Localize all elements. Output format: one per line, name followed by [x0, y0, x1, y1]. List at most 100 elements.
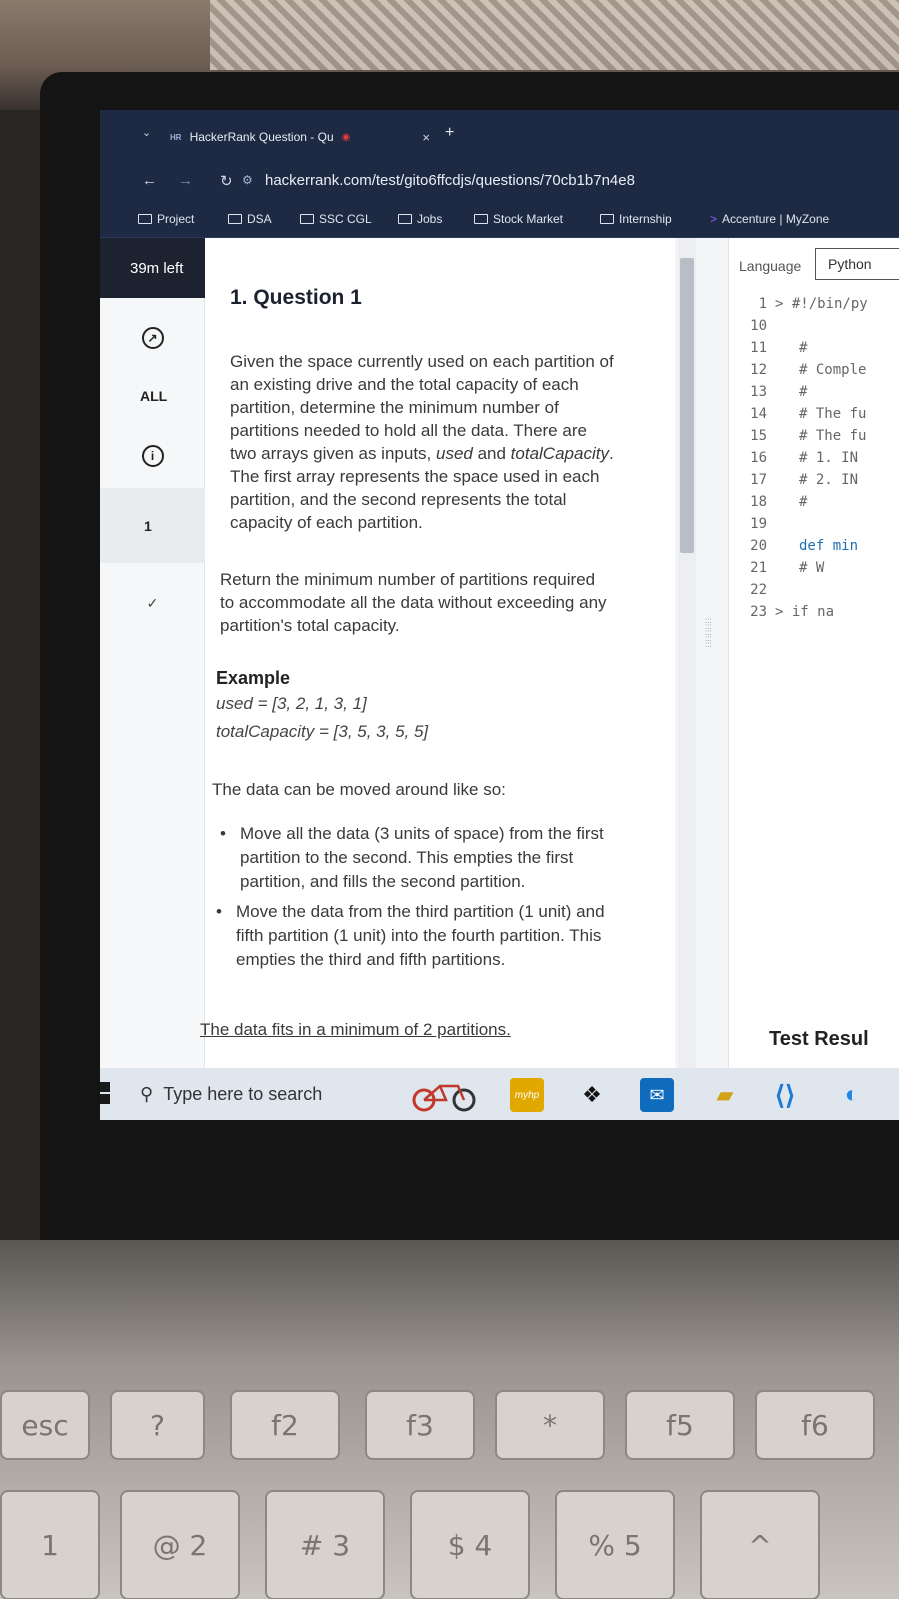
- bullet-2: Move the data from the third partition (…: [216, 900, 605, 972]
- moved-intro: The data can be moved around like so:: [212, 780, 506, 799]
- bullet-1: Move all the data (3 units of space) fro…: [220, 822, 604, 894]
- windows-start-icon[interactable]: [100, 1082, 110, 1104]
- check-icon: ✓: [146, 594, 159, 611]
- bicycle-icon[interactable]: [410, 1078, 480, 1112]
- question-footer-line: The data fits in a minimum of 2 partitio…: [200, 1020, 511, 1039]
- code-line[interactable]: 11 #: [729, 340, 899, 362]
- site-settings-icon[interactable]: ⚙: [242, 173, 253, 187]
- folder-icon: [228, 214, 242, 224]
- code-line[interactable]: 23 > if na: [729, 604, 899, 626]
- rail-question-1[interactable]: 1: [100, 488, 205, 563]
- bookmark-dsa[interactable]: DSA: [228, 212, 272, 226]
- code-line[interactable]: 18 #: [729, 494, 899, 516]
- close-tab-icon[interactable]: ×: [422, 130, 430, 145]
- line-number: 14: [750, 406, 767, 422]
- rail-info-button[interactable]: i: [100, 428, 205, 483]
- tab-hackerrank[interactable]: HR HackerRank Question - Qu ◉ ×: [170, 122, 430, 152]
- bookmark-accenture[interactable]: > Accenture | MyZone: [710, 212, 829, 226]
- line-number: 1: [758, 296, 767, 312]
- bookmark-project[interactable]: Project: [138, 212, 194, 226]
- laptop-screen: ⌄ HR HackerRank Question - Qu ◉ × + ← → …: [100, 110, 899, 1120]
- file-explorer-icon[interactable]: ▰: [708, 1078, 742, 1112]
- line-number: 12: [750, 362, 767, 378]
- code-line[interactable]: 20 def min: [729, 538, 899, 560]
- key-3: # 3: [265, 1490, 385, 1599]
- line-number: 13: [750, 384, 767, 400]
- bookmark-stock-market[interactable]: Stock Market: [474, 212, 563, 226]
- bookmark-jobs[interactable]: Jobs: [398, 212, 442, 226]
- url-field[interactable]: hackerrank.com/test/gito6ffcdjs/question…: [265, 172, 635, 189]
- address-bar-row: ← → ↻ ⚙ hackerrank.com/test/gito6ffcdjs/…: [100, 160, 899, 202]
- question-scrollbar[interactable]: [678, 238, 696, 1068]
- rail-edit-button[interactable]: ↗: [100, 308, 205, 368]
- tab-title: HackerRank Question - Qu: [189, 130, 334, 144]
- question-navigator: 39m left ↗ ALL i 1 ✓: [100, 238, 205, 1068]
- code-text: # The fu: [799, 428, 867, 444]
- folder-icon: [300, 214, 314, 224]
- code-text: #: [799, 494, 808, 510]
- key-6: ^: [700, 1490, 820, 1599]
- code-line[interactable]: 15 # The fu: [729, 428, 899, 450]
- reload-icon[interactable]: ↻: [220, 172, 233, 190]
- folder-icon: [398, 214, 412, 224]
- hackerrank-test-app: 39m left ↗ ALL i 1 ✓ 1. Question 1 Given…: [100, 238, 899, 1068]
- test-results-heading[interactable]: Test Resul: [769, 1028, 869, 1051]
- taskbar-search[interactable]: ⚲ Type here to search: [140, 1078, 380, 1110]
- folder-icon: [600, 214, 614, 224]
- tab-list-chevron-icon[interactable]: ⌄: [142, 126, 151, 139]
- language-select[interactable]: Python: [815, 248, 899, 280]
- code-line[interactable]: 19: [729, 516, 899, 538]
- code-line[interactable]: 14 # The fu: [729, 406, 899, 428]
- code-text: # The fu: [799, 406, 867, 422]
- timer: 39m left: [100, 238, 205, 298]
- code-line[interactable]: 12 # Comple: [729, 362, 899, 384]
- line-number: 23: [750, 604, 767, 620]
- new-tab-button[interactable]: +: [445, 124, 454, 142]
- code-line[interactable]: 1 > #!/bin/py: [729, 296, 899, 318]
- code-line[interactable]: 10: [729, 318, 899, 340]
- line-number: 22: [750, 582, 767, 598]
- edge-icon[interactable]: ◐: [835, 1078, 869, 1112]
- windows-taskbar: ⚲ Type here to search myhp ❖ ✉ ▰ ⟨⟩ ◐: [100, 1068, 899, 1120]
- forward-icon[interactable]: →: [178, 172, 193, 189]
- info-icon: i: [141, 444, 164, 467]
- code-text: #: [799, 340, 808, 356]
- key-f1: ?: [110, 1390, 205, 1460]
- bookmark-internship[interactable]: Internship: [600, 212, 672, 226]
- code-line[interactable]: 22: [729, 582, 899, 604]
- key-f6: f6: [755, 1390, 875, 1460]
- code-line[interactable]: 13 #: [729, 384, 899, 406]
- code-text: # 1. IN: [799, 450, 859, 466]
- hackerrank-logo-icon: HR: [170, 132, 182, 142]
- key-f4: *: [495, 1390, 605, 1460]
- bookmarks-bar: Project DSA SSC CGL Jobs Stock Market In…: [100, 202, 899, 238]
- vscode-icon[interactable]: ⟨⟩: [768, 1078, 802, 1112]
- back-icon[interactable]: ←: [142, 172, 157, 189]
- search-icon: ⚲: [140, 1083, 154, 1104]
- recording-icon: ◉: [341, 131, 351, 143]
- scrollbar-thumb[interactable]: [680, 258, 694, 553]
- line-number: 18: [750, 494, 767, 510]
- search-placeholder: Type here to search: [163, 1083, 323, 1104]
- mail-icon[interactable]: ✉: [640, 1078, 674, 1112]
- dropbox-icon[interactable]: ❖: [575, 1078, 609, 1112]
- key-f3: f3: [365, 1390, 475, 1460]
- question-paragraph-1: Given the space currently used on each p…: [230, 352, 614, 532]
- rail-all-questions[interactable]: ALL: [100, 368, 205, 423]
- myhp-icon[interactable]: myhp: [510, 1078, 544, 1112]
- line-number: 20: [750, 538, 767, 554]
- code-line[interactable]: 21 # W: [729, 560, 899, 582]
- laptop-keyboard-deck: esc ? f2 f3 * f5 f6 1 @ 2 # 3 $ 4 % 5 ^: [0, 1240, 899, 1599]
- line-number: 11: [750, 340, 767, 356]
- line-number: 16: [750, 450, 767, 466]
- code-text: > if na: [775, 604, 835, 620]
- key-4: $ 4: [410, 1490, 530, 1599]
- code-line[interactable]: 16 # 1. IN: [729, 450, 899, 472]
- panel-resize-handle[interactable]: :::::::::::::::: [705, 617, 712, 649]
- line-number: 17: [750, 472, 767, 488]
- folder-icon: [474, 214, 488, 224]
- code-text: # W: [799, 560, 825, 576]
- bookmark-ssc-cgl[interactable]: SSC CGL: [300, 212, 372, 226]
- code-text: > #!/bin/py: [775, 296, 868, 312]
- code-line[interactable]: 17 # 2. IN: [729, 472, 899, 494]
